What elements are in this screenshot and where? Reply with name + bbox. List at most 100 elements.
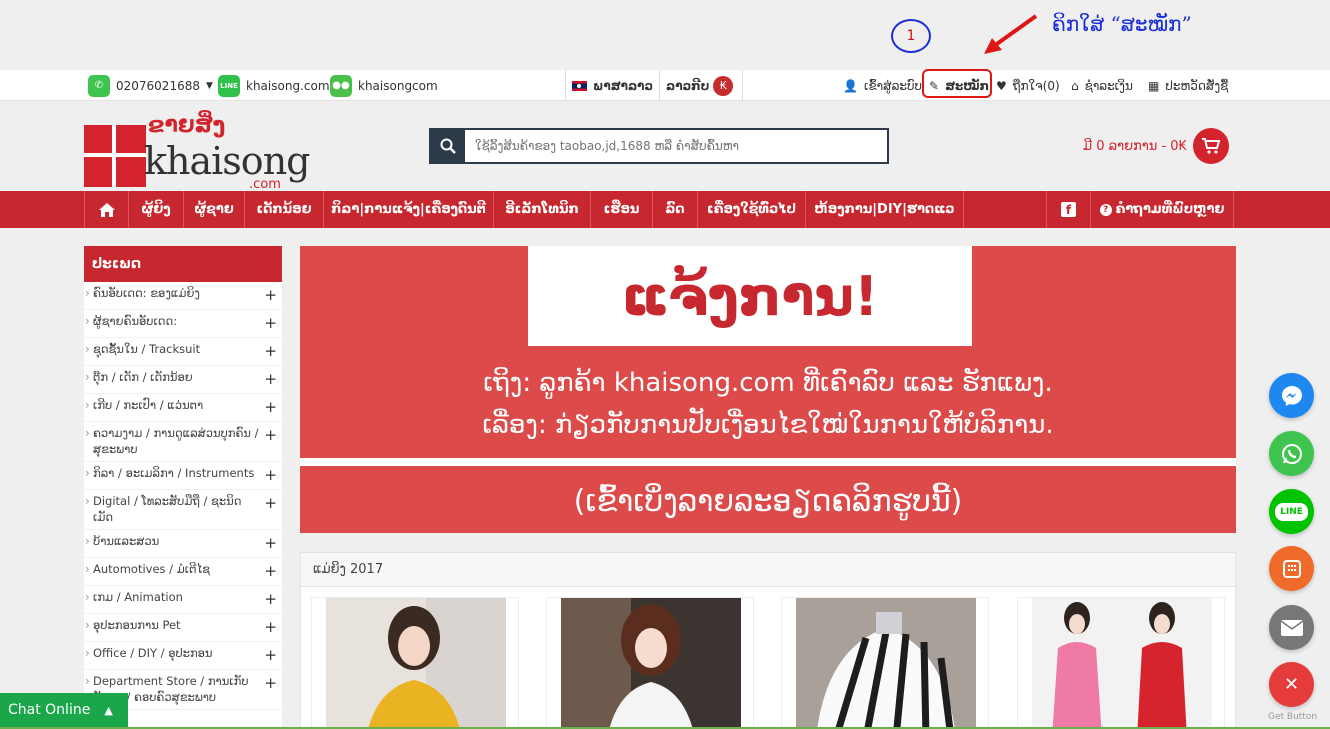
- sidebar-item-label: Automotives / ມໍເຕີໄຊ: [93, 562, 210, 577]
- sidebar-item[interactable]: Automotives / ມໍເຕີໄຊ +: [84, 558, 282, 587]
- line-icon: LINE: [218, 74, 240, 97]
- expand-icon[interactable]: +: [264, 589, 277, 609]
- banner-line-cta: (ເຂົ້າເບິ່ງລາຍລະອຽດຄລິກຮູບນີ້): [573, 484, 963, 519]
- sidebar-item[interactable]: ຕຸ໊ກ / ເດັກ / ເດັກນ້ອຍ +: [84, 366, 282, 394]
- checkout-label: ຊຳລະເງິນ: [1084, 78, 1133, 93]
- product-card[interactable]: [311, 597, 519, 729]
- sidebar-item-label: ຊຸດຊັ້ນໃນ / Tracksuit: [93, 342, 201, 356]
- nav-women[interactable]: ຜູ້ຍິງ: [128, 191, 183, 228]
- sidebar-item-label: Office / DIY / ອຸປະກອນ: [93, 646, 213, 661]
- messenger-button[interactable]: [1269, 373, 1314, 418]
- nav-general[interactable]: ເຄື່ອງໃຊ້ທົ່ວໄປ: [697, 191, 805, 228]
- nav-sports[interactable]: ກິລາ|ການແຈ້ງ|ເຄື່ອງດົນຕີ: [323, 191, 493, 228]
- expand-icon[interactable]: +: [264, 425, 277, 445]
- phone-contact[interactable]: ✆ 02076021688 ▼: [88, 70, 213, 101]
- expand-icon[interactable]: +: [264, 397, 277, 417]
- nav-car[interactable]: ລົດ: [652, 191, 697, 228]
- sidebar-item[interactable]: ອຸປະກອນການ Pet +: [84, 614, 282, 643]
- product-card[interactable]: [546, 597, 754, 729]
- sidebar-item-label: ບ້ານແລະສວນ: [93, 534, 160, 549]
- get-button-label[interactable]: Get Button: [1268, 712, 1317, 722]
- phone-button[interactable]: [1269, 546, 1314, 591]
- expand-icon[interactable]: +: [264, 285, 277, 305]
- sidebar-item[interactable]: ບ້ານແລະສວນ +: [84, 530, 282, 559]
- product-card[interactable]: [781, 597, 989, 729]
- expand-icon[interactable]: +: [264, 369, 277, 389]
- nav-men[interactable]: ຜູ້ຊາຍ: [183, 191, 244, 228]
- sidebar-item[interactable]: ຊຸດຊັ້ນໃນ / Tracksuit +: [84, 338, 282, 366]
- expand-icon[interactable]: +: [264, 341, 277, 361]
- wishlist-link[interactable]: ♥ ຖືກໃຈ(0): [996, 70, 1060, 101]
- email-button[interactable]: [1269, 605, 1314, 650]
- logo-main-text: khaisong: [144, 139, 310, 183]
- sidebar-item-label: ກິລາ / ອະເມລິກາ / Instruments: [93, 466, 255, 481]
- expand-icon[interactable]: +: [264, 673, 277, 693]
- product-card[interactable]: [1017, 597, 1225, 729]
- top-bar: ✆ 02076021688 ▼ LINE khaisong.com ●● kha…: [0, 70, 1330, 101]
- language-select[interactable]: ພາສາລາວ: [593, 79, 653, 93]
- chevron-up-icon: ▲: [104, 703, 113, 717]
- sidebar-item[interactable]: Office / DIY / ອຸປະກອນ +: [84, 642, 282, 671]
- expand-icon[interactable]: +: [264, 533, 277, 553]
- language-currency-box: ພາສາລາວ ລາວກີບ ₭: [565, 70, 743, 101]
- expand-icon[interactable]: +: [264, 313, 277, 333]
- nav-home-goods[interactable]: ເຮືອນ: [590, 191, 652, 228]
- expand-icon[interactable]: +: [264, 465, 277, 485]
- sidebar-item[interactable]: ຄວາມງາມ / ການດູແລສ່ວນບຸກຄົນ / ສຸຂະພາບ+: [84, 422, 282, 463]
- sidebar-item-label: ອຸປະກອນການ Pet: [93, 618, 181, 633]
- chevron-down-icon: ▼: [205, 80, 213, 91]
- close-button[interactable]: ✕: [1269, 662, 1314, 707]
- step-number-circle: 1: [891, 19, 931, 53]
- site-header: ຂາຍສິ່ງ khaisong .com ມີ 0 ລາຍການ - 0₭: [0, 101, 1330, 192]
- divider: [659, 70, 661, 101]
- register-highlight: [922, 69, 992, 98]
- banner-line-to: ເຖິງ: ລູກຄ້າ khaisong.com ທີ່ເຄົາລົບ ແລະ…: [483, 368, 1053, 398]
- line-button[interactable]: LINE: [1269, 489, 1314, 534]
- whatsapp-icon: ✆: [88, 74, 110, 97]
- login-link[interactable]: 👤 ເຂົ້າສູ່ລະບົບ: [843, 70, 922, 101]
- line-contact[interactable]: LINE khaisong.com: [218, 70, 330, 101]
- sidebar-item-label: ຕຸ໊ກ / ເດັກ / ເດັກນ້ອຍ: [93, 370, 193, 384]
- expand-icon[interactable]: +: [264, 561, 277, 581]
- whatsapp-button[interactable]: [1269, 431, 1314, 476]
- checkout-link[interactable]: ⌂ ຊຳລະເງິນ: [1071, 70, 1133, 101]
- order-history-link[interactable]: ▦ ປະຫວັດສັ່ງຊື້: [1148, 70, 1228, 101]
- sidebar-item[interactable]: ຄົນອັບເດດ: ຂອງແມ່ຍິງ +: [84, 282, 282, 310]
- nav-electronics[interactable]: ອີເລັກໂທນິກ: [493, 191, 590, 228]
- sidebar-item-label: Digital / ໂທລະສັບມືຖື / ຊະນິດເມັດ: [93, 494, 242, 524]
- announcement-banner[interactable]: ແຈ້ງການ! ເຖິງ: ລູກຄ້າ khaisong.com ທີ່ເຄ…: [300, 246, 1236, 533]
- search-button[interactable]: [431, 130, 465, 162]
- facebook-icon: f: [1061, 202, 1076, 217]
- nav-facebook[interactable]: f: [1046, 191, 1090, 228]
- expand-icon[interactable]: +: [264, 645, 277, 665]
- currency-select[interactable]: ລາວກີບ: [666, 79, 709, 93]
- kip-currency-icon: ₭: [713, 75, 734, 96]
- nav-faq-label: ຄຳຖາມທີ່ພົບຫຼາຍ: [1115, 202, 1225, 217]
- search-input[interactable]: [465, 130, 887, 162]
- sidebar-item[interactable]: Digital / ໂທລະສັບມືຖື / ຊະນິດເມັດ +: [84, 490, 282, 531]
- annotation-instruction: ຄິກໃສ່ “ສະໝັກ”: [1052, 12, 1192, 36]
- cart-summary[interactable]: ມີ 0 ລາຍການ - 0₭: [1083, 128, 1229, 164]
- chat-online-button[interactable]: Chat Online ▲: [0, 693, 128, 727]
- nav-office[interactable]: ຫ້ອງການ|DIY|ຮາດແວ: [805, 191, 964, 228]
- sidebar-item[interactable]: ເກມ / Animation +: [84, 586, 282, 615]
- site-logo[interactable]: ຂາຍສິ່ງ khaisong .com: [84, 111, 324, 192]
- sidebar-item[interactable]: ເກີບ / ກະເປົາ / ແວ່ນຕາ +: [84, 394, 282, 422]
- annotation-arrow-icon: [984, 14, 1038, 54]
- sidebar-item[interactable]: ຜູ້ຊາຍຄົນອັບເດດ: +: [84, 310, 282, 338]
- lao-flag-icon: [572, 80, 587, 91]
- annotation-band: 1 ຄິກໃສ່ “ສະໝັກ”: [0, 0, 1330, 70]
- nav-faq[interactable]: ? ຄຳຖາມທີ່ພົບຫຼາຍ: [1090, 191, 1234, 228]
- sidebar-item[interactable]: ກິລາ / ອະເມລິກາ / Instruments +: [84, 462, 282, 491]
- order-history-label: ປະຫວັດສັ່ງຊື້: [1165, 78, 1229, 93]
- calendar-icon: ▦: [1148, 78, 1160, 93]
- question-icon: ?: [1099, 203, 1112, 216]
- nav-kids[interactable]: ເດັກນ້ອຍ: [244, 191, 323, 228]
- product-image: [796, 598, 976, 729]
- expand-icon[interactable]: +: [264, 617, 277, 637]
- expand-icon[interactable]: +: [264, 493, 277, 513]
- sidebar-item-label: ຄວາມງາມ / ການດູແລສ່ວນບຸກຄົນ / ສຸຂະພາບ: [93, 426, 259, 456]
- nav-home[interactable]: [84, 191, 128, 228]
- cart-icon[interactable]: [1192, 128, 1229, 164]
- wechat-contact[interactable]: ●● khaisongcom: [330, 70, 438, 101]
